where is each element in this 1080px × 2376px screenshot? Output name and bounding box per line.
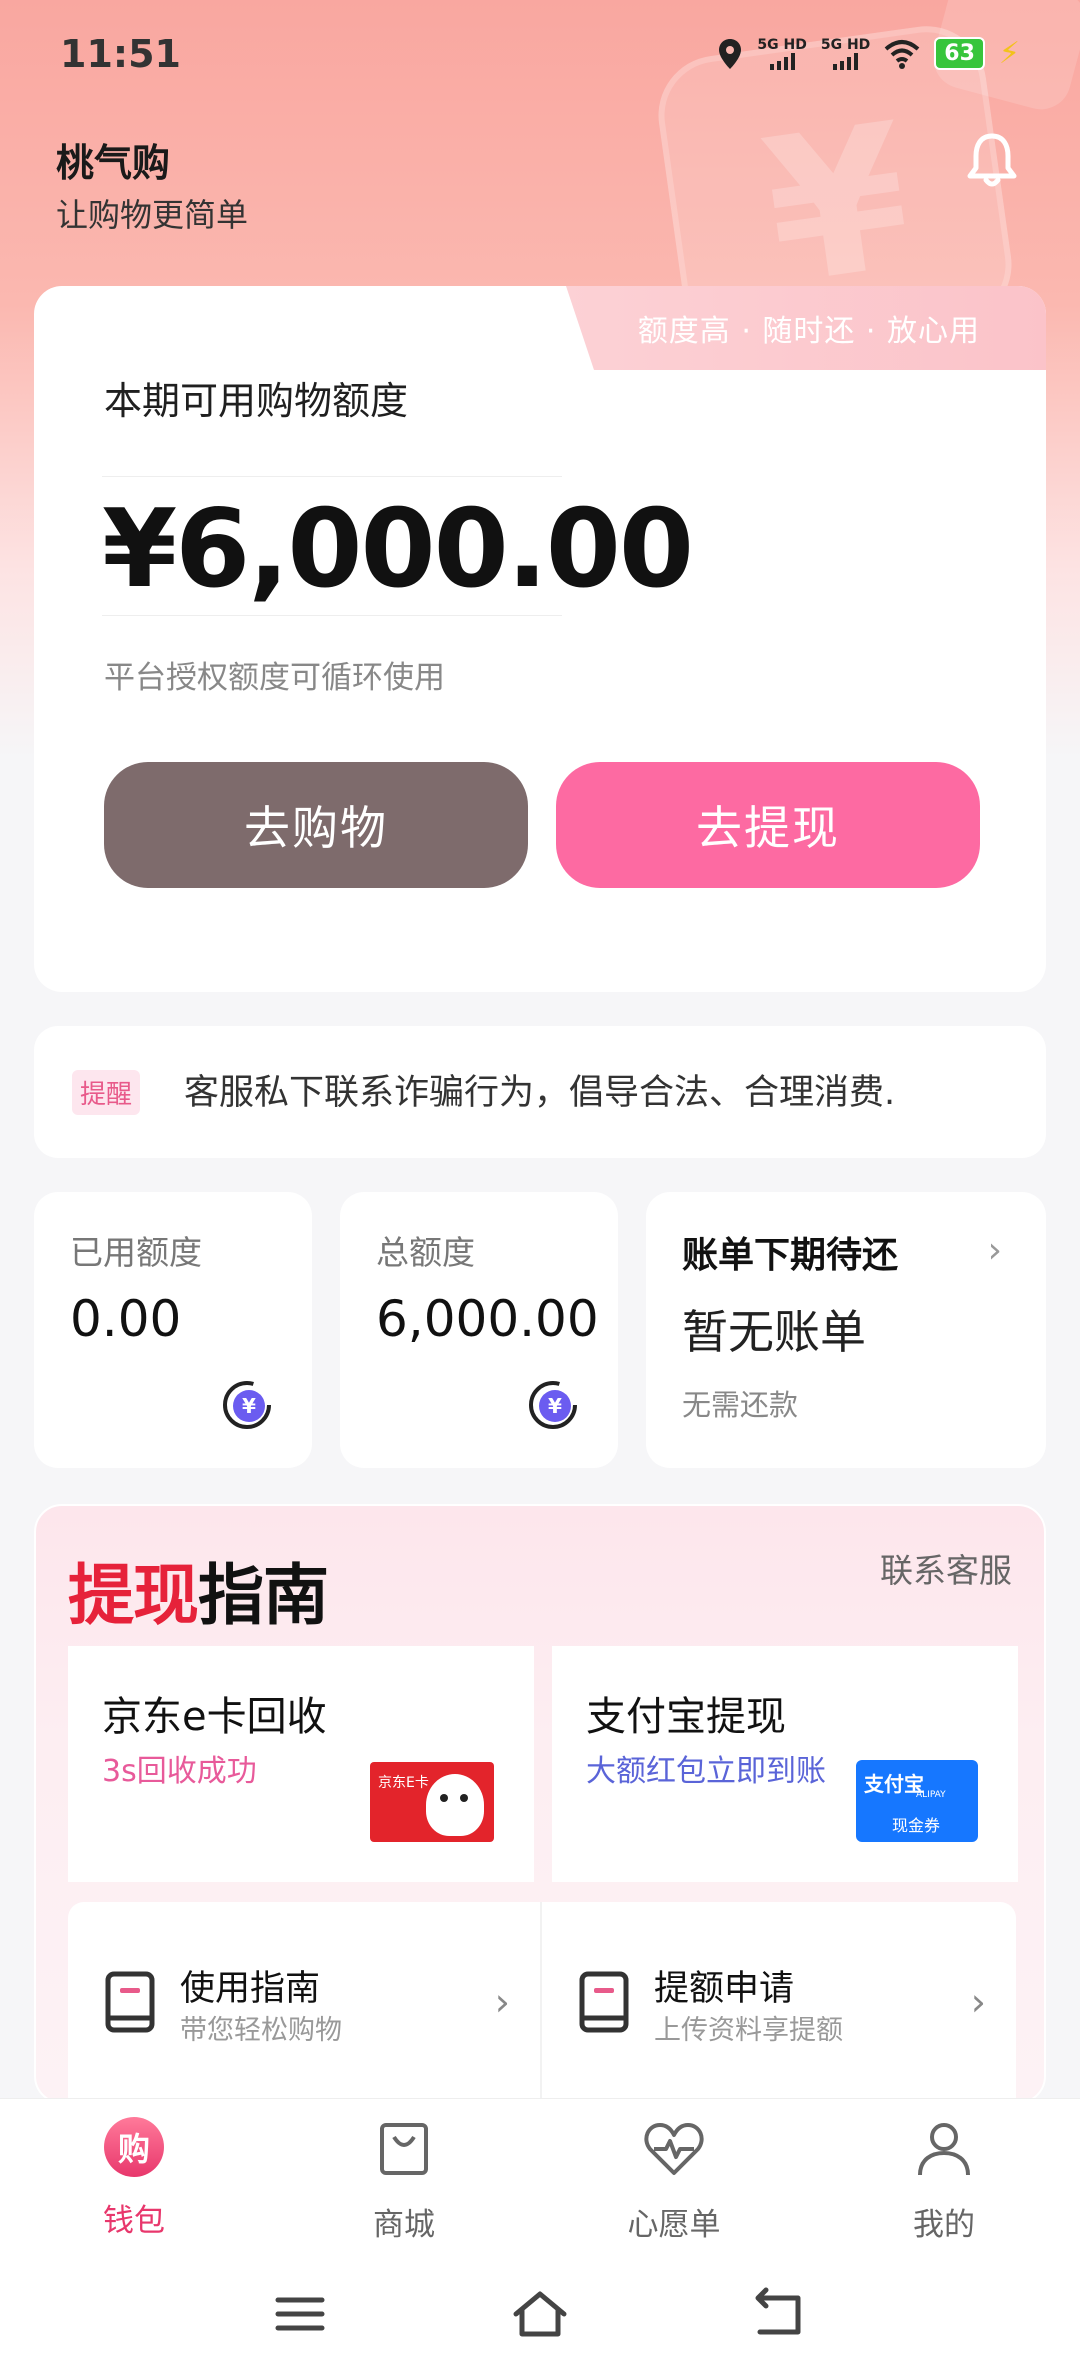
go-shopping-button[interactable]: 去购物 bbox=[104, 762, 528, 888]
amount-box: ¥6,000.00 bbox=[102, 476, 694, 616]
status-bar: 11:51 5G HD 5G HD 63 ⚡ bbox=[0, 0, 1080, 110]
usage-guide-item[interactable]: 使用指南 带您轻松购物 › bbox=[68, 1902, 542, 2102]
shopping-bag-icon bbox=[380, 2123, 428, 2175]
battery-indicator: 63 bbox=[934, 37, 985, 70]
tab-mall[interactable]: 商城 bbox=[324, 2117, 484, 2247]
tab-wallet[interactable]: 购 钱包 bbox=[54, 2117, 214, 2247]
guide-bottom-panel: 使用指南 带您轻松购物 › 提额申请 上传资料享提额 › bbox=[68, 1902, 1016, 2102]
bill-status: 暂无账单 bbox=[682, 1305, 866, 1359]
svg-text:¥: ¥ bbox=[548, 1394, 562, 1418]
svg-text:¥: ¥ bbox=[242, 1394, 256, 1418]
used-credit-value: 0.00 bbox=[70, 1290, 182, 1348]
credit-increase-title: 提额申请 bbox=[654, 1969, 795, 2009]
system-nav-bar bbox=[0, 2258, 1080, 2376]
total-credit-value: 6,000.00 bbox=[376, 1290, 599, 1348]
jd-card-subtitle: 3s回收成功 bbox=[102, 1754, 257, 1789]
alipay-subtitle: 大额红包立即到账 bbox=[586, 1754, 826, 1789]
tab-wishlist-label: 心愿单 bbox=[627, 2207, 721, 2243]
chevron-right-icon: › bbox=[970, 1980, 986, 2024]
notice-tag: 提醒 bbox=[72, 1070, 141, 1115]
tab-wallet-label: 钱包 bbox=[103, 2203, 165, 2239]
bill-note: 无需还款 bbox=[682, 1388, 799, 1422]
book-icon bbox=[105, 1971, 155, 2033]
usage-guide-title: 使用指南 bbox=[180, 1969, 321, 2009]
card-tag-text: 额度高 · 随时还 · 放心用 bbox=[637, 314, 980, 349]
notice-banner[interactable]: 提醒 客服私下联系诈骗行为，倡导合法、合理消费. bbox=[34, 1026, 1046, 1158]
next-bill-title: 账单下期待还 bbox=[682, 1235, 899, 1276]
usage-guide-subtitle: 带您轻松购物 bbox=[180, 2015, 342, 2046]
tab-me[interactable]: 我的 bbox=[864, 2117, 1024, 2247]
back-icon[interactable] bbox=[750, 2284, 810, 2344]
heart-pulse-icon bbox=[644, 2123, 704, 2175]
guide-title: 提现指南 bbox=[68, 1557, 329, 1634]
alipay-withdraw-item[interactable]: 支付宝提现 大额红包立即到账 支付宝 ALIPAY 现金券 bbox=[552, 1646, 1018, 1882]
credit-note: 平台授权额度可循环使用 bbox=[104, 660, 445, 696]
alipay-title: 支付宝提现 bbox=[586, 1694, 786, 1740]
tab-mall-label: 商城 bbox=[373, 2207, 435, 2243]
chevron-right-icon: › bbox=[987, 1230, 1002, 1271]
total-credit-card[interactable]: 总额度 6,000.00 ¥ bbox=[340, 1192, 618, 1468]
jd-card-recycle-item[interactable]: 京东e卡回收 3s回收成功 京东E卡 bbox=[68, 1646, 534, 1882]
signal-icon-1: 5G HD bbox=[757, 38, 807, 70]
status-time: 11:51 bbox=[60, 32, 181, 76]
available-credit-amount: ¥6,000.00 bbox=[102, 487, 694, 612]
jd-ecard-image: 京东E卡 bbox=[370, 1762, 494, 1842]
withdraw-guide-section: 提现指南 联系客服 京东e卡回收 3s回收成功 京东E卡 支付宝提现 大额红包立… bbox=[34, 1504, 1046, 2104]
yen-refresh-icon: ¥ bbox=[529, 1381, 577, 1429]
signal-icon-2: 5G HD bbox=[821, 38, 870, 70]
notification-bell-icon[interactable] bbox=[964, 130, 1020, 190]
status-icons: 5G HD 5G HD 63 ⚡ bbox=[717, 36, 1020, 71]
user-icon bbox=[918, 2123, 970, 2176]
used-credit-card[interactable]: 已用额度 0.00 ¥ bbox=[34, 1192, 312, 1468]
home-icon[interactable] bbox=[510, 2284, 570, 2344]
tab-wishlist[interactable]: 心愿单 bbox=[594, 2117, 754, 2247]
bottom-tab-bar: 购 钱包 商城 心愿单 我的 bbox=[0, 2098, 1080, 2258]
tab-me-label: 我的 bbox=[913, 2207, 975, 2243]
total-credit-label: 总额度 bbox=[376, 1233, 475, 1272]
charging-icon: ⚡ bbox=[998, 36, 1020, 71]
menu-icon[interactable] bbox=[270, 2284, 330, 2344]
jd-card-title: 京东e卡回收 bbox=[102, 1694, 327, 1740]
app-title: 桃气购 bbox=[56, 141, 171, 185]
book-icon bbox=[579, 1971, 629, 2033]
alipay-coupon-image: 支付宝 ALIPAY 现金券 bbox=[856, 1760, 978, 1842]
next-bill-card[interactable]: 账单下期待还 › 暂无账单 无需还款 bbox=[646, 1192, 1046, 1468]
card-tag-banner: 额度高 · 随时还 · 放心用 bbox=[566, 286, 1046, 370]
wifi-icon bbox=[884, 39, 920, 69]
credit-increase-item[interactable]: 提额申请 上传资料享提额 › bbox=[542, 1902, 1016, 2102]
wallet-icon: 购 bbox=[102, 2117, 166, 2181]
go-withdraw-button[interactable]: 去提现 bbox=[556, 762, 980, 888]
location-icon bbox=[719, 38, 742, 69]
yen-refresh-icon: ¥ bbox=[223, 1381, 271, 1429]
contact-service-link[interactable]: 联系客服 bbox=[880, 1544, 1012, 1592]
chevron-right-icon: › bbox=[494, 1980, 510, 2024]
app-tagline: 让购物更简单 bbox=[56, 196, 249, 234]
available-credit-label: 本期可用购物额度 bbox=[104, 379, 409, 423]
used-credit-label: 已用额度 bbox=[70, 1233, 202, 1272]
credit-card: 额度高 · 随时还 · 放心用 本期可用购物额度 ¥6,000.00 平台授权额… bbox=[34, 286, 1046, 992]
notice-text: 客服私下联系诈骗行为，倡导合法、合理消费. bbox=[184, 1073, 896, 1113]
credit-increase-subtitle: 上传资料享提额 bbox=[654, 2015, 843, 2046]
